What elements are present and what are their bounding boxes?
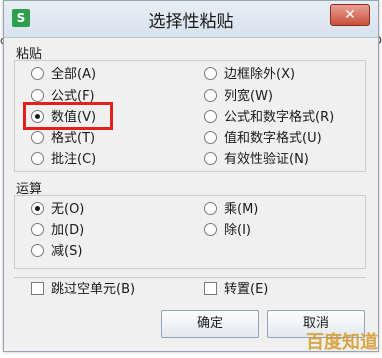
title-bar[interactable]: S 选择性粘贴 ✕ [4, 1, 378, 38]
radio-paste-formats[interactable]: 格式(T) [31, 129, 95, 149]
radio-button[interactable] [204, 202, 217, 215]
radio-button[interactable] [204, 223, 217, 236]
radio-label: 列宽(W) [224, 89, 273, 104]
checkbox-label: 跳过空单元(B) [51, 282, 136, 297]
radio-operation-multiply[interactable]: 乘(M) [204, 200, 258, 220]
radio-label: 乘(M) [224, 202, 259, 217]
checkbox-label: 转置(E) [224, 282, 269, 297]
radio-label: 减(S) [51, 244, 83, 259]
radio-label: 全部(A) [51, 67, 97, 82]
checkbox-skip-blanks[interactable]: 跳过空单元(B) [31, 280, 135, 300]
radio-label: 加(D) [51, 223, 85, 238]
radio-label: 批注(C) [51, 152, 97, 167]
radio-paste-all[interactable]: 全部(A) [31, 65, 96, 85]
radio-paste-values-and-number-formats[interactable]: 值和数字格式(U) [204, 129, 322, 149]
paste-special-dialog: S 选择性粘贴 ✕ 粘贴 全部(A) 公式(F) 数值(V) 格式(T) 批注(… [3, 0, 379, 352]
radio-paste-validation[interactable]: 有效性验证(N) [204, 150, 309, 170]
radio-label: 公式和数字格式(R) [224, 110, 335, 125]
ok-button[interactable]: 确定 [161, 310, 259, 338]
radio-label: 有效性验证(N) [224, 152, 309, 167]
dialog-title: 选择性粘贴 [148, 12, 234, 32]
radio-button[interactable] [204, 152, 217, 165]
selection-highlight-box [23, 102, 113, 130]
radio-label: 格式(T) [51, 131, 96, 146]
checkbox-transpose[interactable]: 转置(E) [204, 280, 268, 300]
radio-button[interactable] [204, 110, 217, 123]
radio-operation-none[interactable]: 无(O) [31, 200, 84, 220]
radio-label: 值和数字格式(U) [224, 131, 322, 146]
radio-button[interactable] [31, 131, 44, 144]
divider [14, 277, 366, 278]
radio-paste-column-widths[interactable]: 列宽(W) [204, 87, 273, 107]
radio-label: 边框除外(X) [224, 67, 296, 82]
radio-button-checked[interactable] [31, 202, 44, 215]
radio-button[interactable] [31, 244, 44, 257]
radio-label: 无(O) [51, 202, 85, 217]
close-button[interactable]: ✕ [330, 4, 370, 26]
radio-operation-divide[interactable]: 除(I) [204, 221, 251, 241]
radio-operation-subtract[interactable]: 减(S) [31, 242, 82, 262]
radio-button[interactable] [204, 67, 217, 80]
checkbox[interactable] [204, 282, 217, 295]
radio-button[interactable] [204, 131, 217, 144]
radio-paste-all-except-borders[interactable]: 边框除外(X) [204, 65, 295, 85]
radio-button[interactable] [204, 89, 217, 102]
watermark-logo: 百度知道 [306, 332, 378, 353]
radio-button[interactable] [31, 152, 44, 165]
radio-label: 除(I) [224, 223, 251, 238]
radio-paste-formulas-and-number-formats[interactable]: 公式和数字格式(R) [204, 108, 334, 128]
radio-paste-comments[interactable]: 批注(C) [31, 150, 96, 170]
checkbox[interactable] [31, 282, 44, 295]
radio-button[interactable] [31, 89, 44, 102]
radio-button[interactable] [31, 67, 44, 80]
radio-button[interactable] [31, 223, 44, 236]
close-icon: ✕ [344, 7, 356, 23]
radio-operation-add[interactable]: 加(D) [31, 221, 84, 241]
